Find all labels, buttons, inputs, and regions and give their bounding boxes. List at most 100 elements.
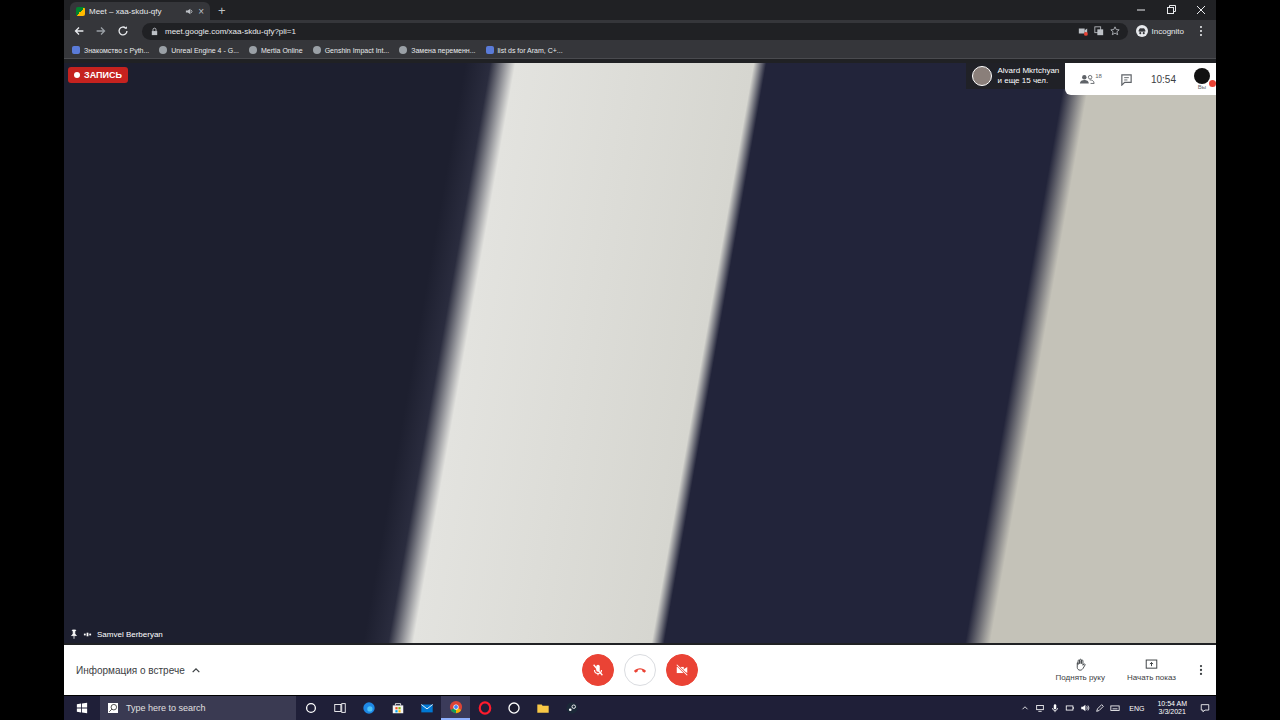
taskbar-app[interactable] <box>325 696 354 720</box>
bookmark-favicon-icon <box>486 46 494 54</box>
back-icon[interactable] <box>70 24 88 38</box>
meeting-details-button[interactable]: Информация о встрече <box>76 665 201 676</box>
taskbar-app[interactable] <box>470 696 499 720</box>
speaker-label: Samvel Berberyan <box>70 629 163 639</box>
bookmark-item[interactable]: list ds for Aram, C+... <box>486 46 563 54</box>
steam-icon <box>565 701 579 715</box>
minimize-icon[interactable] <box>1126 0 1156 20</box>
tab-title: Meet – xaa-skdu-qfy <box>89 7 181 16</box>
microphone-icon[interactable] <box>1050 703 1060 713</box>
language-indicator[interactable]: ENG <box>1125 705 1148 712</box>
self-tile[interactable]: Вы <box>1194 68 1210 90</box>
url-text: meet.google.com/xaa-skdu-qfy?pli=1 <box>165 27 296 36</box>
mic-off-icon <box>591 663 605 677</box>
taskbar: Type here to search ENG 10:54 AM 3/3/202… <box>64 696 1216 720</box>
mail-icon <box>420 701 434 715</box>
forward-icon[interactable] <box>92 24 110 38</box>
taskbar-clock[interactable]: 10:54 AM 3/3/2021 <box>1153 700 1191 717</box>
lock-icon[interactable] <box>150 27 159 36</box>
pen-icon[interactable] <box>1095 703 1105 713</box>
tab-close-button[interactable]: × <box>198 6 204 17</box>
battery-icon[interactable] <box>1065 703 1075 713</box>
hand-button[interactable]: Поднять руку <box>1056 658 1105 682</box>
participants-chip[interactable]: Alvard Mkrtchyan и еще 15 чел. <box>966 63 1065 89</box>
browser-tab[interactable]: Meet – xaa-skdu-qfy × <box>70 2 210 20</box>
bookmark-favicon-icon <box>159 46 167 54</box>
bookmark-item[interactable]: Unreal Engine 4 - G... <box>159 46 239 54</box>
meeting-clock: 10:54 <box>1151 74 1176 85</box>
tab-strip: Meet – xaa-skdu-qfy × + <box>64 0 1216 20</box>
chevron-up-icon <box>191 667 201 674</box>
notifications-icon[interactable] <box>1200 703 1210 713</box>
camera-blocked-icon[interactable] <box>1078 26 1088 36</box>
restore-icon[interactable] <box>1156 0 1186 20</box>
taskbar-app[interactable] <box>499 696 528 720</box>
hangup-button[interactable] <box>624 654 656 686</box>
bookmark-favicon-icon <box>313 46 321 54</box>
explorer-icon <box>536 701 550 715</box>
speaker-icon[interactable] <box>185 7 194 16</box>
chat-icon[interactable] <box>1120 73 1133 86</box>
bookmark-item[interactable]: Знакомство с Pyth... <box>72 46 149 54</box>
taskbar-app[interactable] <box>354 696 383 720</box>
opera-icon <box>478 701 492 715</box>
system-tray: ENG 10:54 AM 3/3/2021 <box>1020 700 1216 717</box>
unreal-icon <box>507 701 521 715</box>
translate-icon[interactable] <box>1094 26 1104 36</box>
network-icon[interactable] <box>1035 703 1045 713</box>
search-icon <box>108 703 118 713</box>
present-button[interactable]: Начать показ <box>1127 658 1176 682</box>
pin-icon[interactable] <box>70 629 78 639</box>
avatar-icon <box>972 66 992 86</box>
close-icon[interactable] <box>1186 0 1216 20</box>
address-field[interactable]: meet.google.com/xaa-skdu-qfy?pli=1 <box>142 23 1128 40</box>
taskview-icon <box>333 701 347 715</box>
present-screen-icon <box>1145 658 1158 671</box>
taskbar-app[interactable] <box>528 696 557 720</box>
desktop: Meet – xaa-skdu-qfy × + meet.google.com/… <box>64 0 1216 720</box>
hang-up-icon <box>633 663 647 677</box>
bookmark-item[interactable]: Genshin Impact Int... <box>313 46 390 54</box>
show-hidden-icons-icon[interactable] <box>1020 703 1030 713</box>
store-icon <box>391 701 405 715</box>
new-tab-button[interactable]: + <box>210 3 234 20</box>
more-options-icon[interactable] <box>1198 663 1204 677</box>
taskbar-app[interactable] <box>557 696 586 720</box>
star-icon[interactable] <box>1110 26 1120 36</box>
recording-badge: ЗАПИСЬ <box>68 67 128 83</box>
volume-icon[interactable] <box>1080 703 1090 713</box>
taskbar-app[interactable] <box>383 696 412 720</box>
bookmark-favicon-icon <box>249 46 257 54</box>
people-button[interactable]: 18 <box>1079 73 1102 85</box>
bookmark-favicon-icon <box>72 46 80 54</box>
bookmark-item[interactable]: Mertia Online <box>249 46 303 54</box>
edge-icon <box>362 701 376 715</box>
chrome-menu-icon[interactable] <box>1192 24 1210 38</box>
camera-off-icon <box>675 663 689 677</box>
video-feed <box>64 63 1216 643</box>
people-icon <box>1079 73 1095 85</box>
taskbar-app[interactable] <box>441 696 470 720</box>
chrome-icon <box>449 700 463 714</box>
camera-button[interactable] <box>666 654 698 686</box>
mic-button[interactable] <box>582 654 614 686</box>
bookmarks-bar: Знакомство с Pyth... Unreal Engine 4 - G… <box>64 42 1216 59</box>
taskbar-app[interactable] <box>412 696 441 720</box>
reload-icon[interactable] <box>114 24 132 38</box>
call-controls-bar: Информация о встрече Поднять руку Начать… <box>64 645 1216 695</box>
keyboard-icon[interactable] <box>1110 703 1120 713</box>
cortana-icon <box>304 701 318 715</box>
recording-dot-icon <box>74 72 80 78</box>
meet-favicon-icon <box>76 7 85 16</box>
incognito-profile[interactable]: Incognito <box>1132 25 1188 37</box>
toolbar: meet.google.com/xaa-skdu-qfy?pli=1 Incog… <box>64 20 1216 42</box>
raise-hand-icon <box>1074 658 1087 671</box>
windows-start-icon[interactable] <box>64 702 100 714</box>
status-dot-icon <box>1209 80 1216 87</box>
meeting-top-panel: Alvard Mkrtchyan и еще 15 чел. 18 10:54 … <box>966 63 1216 95</box>
audio-level-icon <box>83 630 92 639</box>
self-avatar-icon <box>1194 68 1210 84</box>
bookmark-item[interactable]: Замена переменн... <box>399 46 475 54</box>
taskbar-app[interactable] <box>296 696 325 720</box>
taskbar-search-field[interactable]: Type here to search <box>100 696 296 720</box>
